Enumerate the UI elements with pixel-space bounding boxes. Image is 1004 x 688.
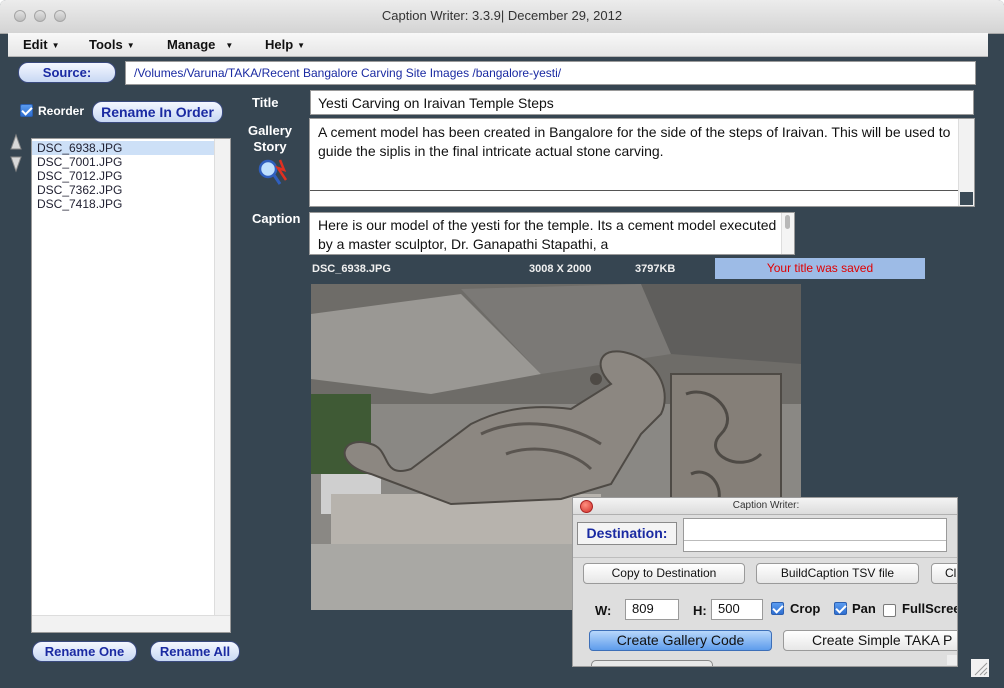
copy-to-destination-button[interactable]: Copy to Destination — [583, 563, 745, 584]
destination-divider — [684, 540, 946, 541]
menu-tools[interactable]: Tools ▼ — [89, 37, 135, 52]
height-input[interactable]: 500 — [711, 599, 763, 620]
caption-scroll-thumb[interactable] — [785, 215, 790, 229]
app-window: Caption Writer: 3.3.9| December 29, 2012… — [0, 0, 1004, 688]
height-label: H: — [693, 603, 707, 618]
gallery-story-text: A cement model has been created in Banga… — [318, 124, 951, 159]
resize-handle[interactable] — [960, 192, 973, 205]
window-resize-grip[interactable] — [971, 659, 989, 677]
file-list[interactable]: DSC_6938.JPG DSC_7001.JPG DSC_7012.JPG DSC_… — [31, 138, 231, 633]
move-up-icon[interactable] — [10, 133, 22, 150]
create-simple-taka-button[interactable]: Create Simple TAKA P — [783, 630, 957, 651]
status-message: Your title was saved — [715, 258, 925, 279]
file-list-item[interactable]: DSC_7012.JPG — [32, 169, 216, 183]
destination-field[interactable] — [683, 518, 947, 552]
menu-help[interactable]: Help ▼ — [265, 37, 305, 52]
move-down-icon[interactable] — [10, 156, 22, 173]
source-path-field[interactable]: /Volumes/Varuna/TAKA/Recent Bangalore Ca… — [125, 61, 976, 85]
pan-checkbox[interactable] — [834, 602, 847, 615]
file-list-scrollbar[interactable] — [214, 139, 230, 616]
caption-scrollbar[interactable] — [781, 213, 794, 254]
file-list-item[interactable]: DSC_7418.JPG — [32, 197, 216, 211]
menu-bar: Edit ▼ Tools ▼ Manage ▼ Help ▼ — [8, 33, 988, 57]
reorder-label: Reorder — [38, 104, 85, 118]
reorder-checkbox[interactable] — [20, 104, 33, 117]
build-caption-tsv-button[interactable]: BuildCaption TSV file — [756, 563, 919, 584]
dialog-title: Caption Writer: — [732, 500, 800, 511]
menu-edit[interactable]: Edit ▼ — [23, 37, 59, 52]
rename-one-button[interactable]: Rename One — [32, 641, 137, 662]
rename-all-button[interactable]: Rename All — [150, 641, 240, 662]
caption-text: Here is our model of the yesti for the t… — [318, 217, 777, 252]
file-list-item[interactable]: DSC_7001.JPG — [32, 155, 216, 169]
image-dimensions: 3008 X 2000 — [529, 263, 592, 275]
file-list-rows: DSC_6938.JPG DSC_7001.JPG DSC_7012.JPG DSC_… — [32, 141, 216, 211]
image-size: 3797KB — [635, 263, 676, 275]
file-list-hscrollbar[interactable] — [32, 615, 230, 632]
source-button[interactable]: Source: — [18, 62, 116, 83]
width-input[interactable]: 809 — [625, 599, 679, 620]
title-input[interactable]: Yesti Carving on Iraivan Temple Steps — [310, 90, 974, 115]
file-list-item[interactable]: DSC_6938.JPG — [32, 141, 216, 155]
chevron-down-icon: ▼ — [126, 41, 135, 50]
story-label: Story — [253, 139, 287, 154]
rename-in-order-button[interactable]: Rename In Order — [92, 101, 223, 123]
create-gallery-code-button[interactable]: Create Gallery Code — [589, 630, 772, 651]
menu-manage[interactable]: Manage ▼ — [167, 37, 233, 52]
dialog-title-bar: Caption Writer: — [573, 498, 957, 515]
caption-label: Caption — [252, 211, 301, 226]
reorder-arrows — [10, 133, 22, 173]
gallery-label: Gallery — [247, 123, 293, 138]
chevron-down-icon: ▼ — [51, 41, 60, 50]
dialog-extra-button[interactable] — [591, 660, 713, 666]
magnifier-icon[interactable] — [256, 156, 290, 190]
dialog-separator — [573, 557, 957, 558]
crop-label: Crop — [790, 601, 821, 616]
crop-checkbox[interactable] — [771, 602, 784, 615]
destination-button[interactable]: Destination: — [577, 522, 677, 545]
width-label: W: — [595, 603, 612, 618]
caption-textarea[interactable]: Here is our model of the yesti for the t… — [309, 212, 795, 255]
file-list-item[interactable]: DSC_7362.JPG — [32, 183, 216, 197]
chevron-down-icon: ▼ — [225, 41, 234, 50]
fullscreen-label: FullScree — [902, 601, 958, 616]
cl-button[interactable]: Cl — [931, 563, 957, 584]
fullscreen-checkbox[interactable] — [883, 604, 896, 617]
gallery-story-textarea[interactable]: A cement model has been created in Banga… — [309, 118, 975, 207]
window-title: Caption Writer: 3.3.9| December 29, 2012 — [381, 8, 623, 23]
pan-label: Pan — [852, 601, 876, 616]
dialog-window: Caption Writer: Destination: Copy to Des… — [572, 497, 958, 667]
chevron-down-icon: ▼ — [297, 41, 306, 50]
title-bar: Caption Writer: 3.3.9| December 29, 2012 — [0, 0, 1004, 34]
image-filename: DSC_6938.JPG — [312, 263, 391, 275]
dialog-resize-handle[interactable] — [947, 655, 957, 665]
gallery-story-divider — [310, 190, 960, 191]
title-label: Title — [252, 95, 279, 110]
